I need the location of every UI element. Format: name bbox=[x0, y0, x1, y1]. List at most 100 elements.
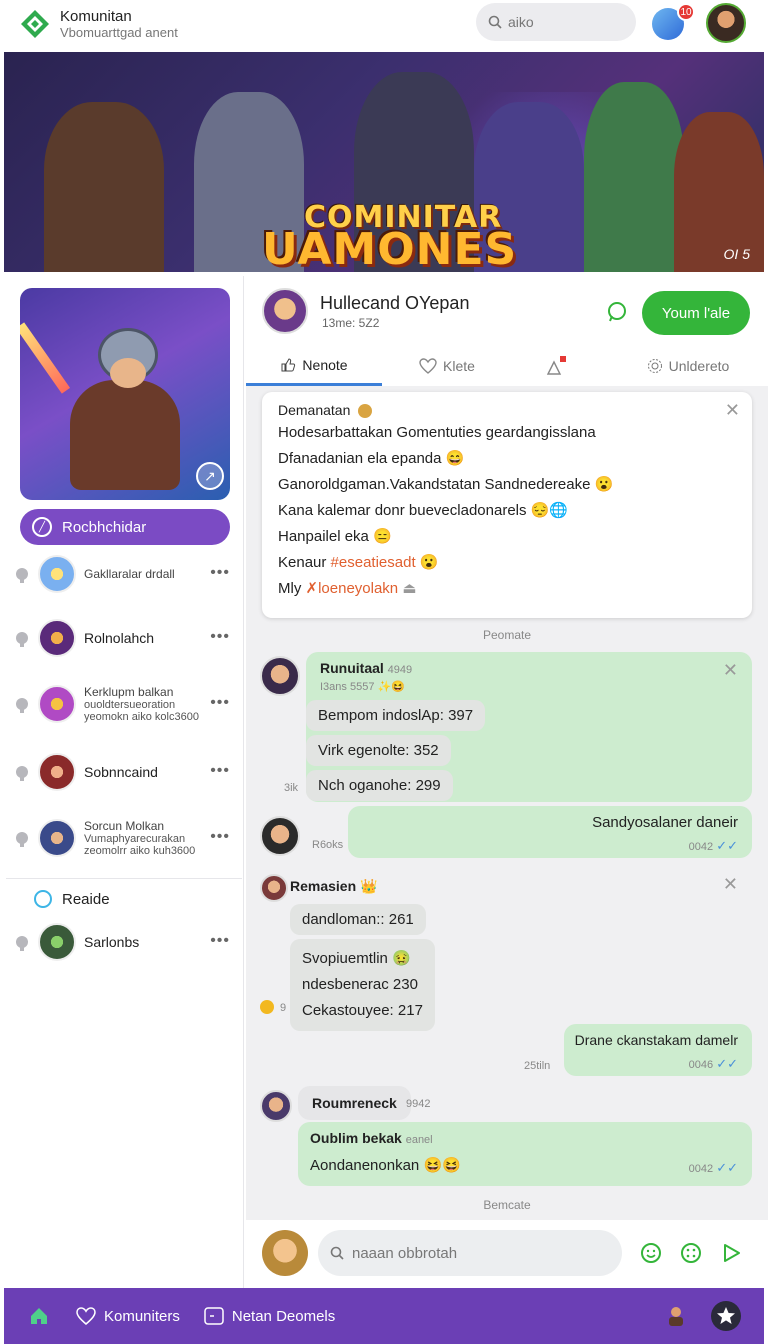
shield-emoji-icon bbox=[358, 404, 373, 419]
tab-alerts[interactable] bbox=[512, 346, 608, 386]
message-time: 0042 ✓✓ bbox=[689, 838, 738, 854]
message-author-name: Roumreneck bbox=[312, 1095, 397, 1111]
message-author-name: Runuitaal bbox=[320, 660, 384, 676]
emoji-icon: 😮 bbox=[594, 476, 614, 493]
friend-item[interactable]: Sorcun Molkan Vumaphyarecurakan zeomolrr… bbox=[16, 816, 236, 860]
message-bubble[interactable]: Oublim bekak eanel Aondanenonkan 😆😆 0042… bbox=[298, 1122, 752, 1186]
message-side-label: 25tiln bbox=[524, 1060, 551, 1072]
chat-bubble-icon[interactable] bbox=[604, 300, 628, 324]
composer-avatar[interactable] bbox=[262, 1230, 308, 1276]
featured-character-card[interactable]: ↗ bbox=[20, 288, 230, 500]
message-time: 9942 bbox=[406, 1098, 431, 1110]
message-avatar[interactable] bbox=[260, 1090, 292, 1122]
message-text: Drane ckanstakam damelr bbox=[574, 1032, 738, 1048]
emoji-icon: 😑 bbox=[373, 528, 392, 545]
community-logo-icon[interactable] bbox=[18, 7, 52, 41]
message-avatar[interactable] bbox=[260, 874, 288, 902]
sword-icon bbox=[20, 322, 71, 394]
banner-hero-1 bbox=[44, 102, 164, 272]
pin-icon bbox=[16, 832, 28, 847]
stat-chip: dandloman:: 261 bbox=[290, 904, 426, 935]
app-root: Komunitan Vbomuarttgad anent aiko 10 COM… bbox=[0, 0, 768, 1344]
close-icon[interactable]: ✕ bbox=[723, 874, 738, 895]
more-options-icon[interactable]: ••• bbox=[210, 828, 230, 846]
brand-subtitle: Vbomuarttgad anent bbox=[60, 24, 178, 40]
search-icon bbox=[488, 15, 502, 29]
thumbs-up-icon bbox=[281, 357, 296, 371]
stat-chip: Bempom indoslAp: 397 bbox=[306, 700, 486, 731]
close-icon[interactable]: ✕ bbox=[725, 400, 740, 421]
join-button[interactable]: ╱ Rocbhchidar bbox=[20, 509, 230, 545]
post-line: Hanpailel eka 😑 bbox=[278, 524, 613, 550]
gear-icon bbox=[647, 359, 662, 373]
pinned-post[interactable]: Demanatan ✕ Hodesarbattakan Gomentuties … bbox=[262, 392, 752, 618]
message-avatar[interactable] bbox=[260, 816, 300, 856]
brand-title: Komunitan bbox=[60, 7, 132, 25]
friend-name: Rolnolahch bbox=[84, 630, 155, 646]
chat-avatar[interactable] bbox=[262, 288, 308, 334]
heart-icon bbox=[419, 358, 437, 374]
hashtag-link[interactable]: #eseatiesadt bbox=[331, 554, 416, 571]
home-icon[interactable] bbox=[28, 1305, 50, 1327]
post-line-text: Kenaur bbox=[278, 554, 327, 571]
friend-item[interactable]: Rolnolahch ••• bbox=[16, 616, 236, 660]
message-bubble[interactable]: Runuitaal 4949 I3ans 5557 ✨😆 ✕ Bempom in… bbox=[306, 652, 752, 802]
tab-notes[interactable]: Nenote bbox=[246, 346, 382, 386]
bottom-navigation: Komuniters Netan Deomels bbox=[4, 1288, 764, 1344]
read-check-icon: ✓✓ bbox=[716, 1160, 738, 1175]
send-icon[interactable] bbox=[720, 1242, 742, 1264]
more-options-icon[interactable]: ••• bbox=[210, 762, 230, 780]
emoji-icon: 🤢 bbox=[392, 950, 411, 967]
message-time-text: 0046 bbox=[688, 1059, 714, 1071]
emoji-icon: 😔🌐 bbox=[530, 502, 569, 519]
post-line: Kenaur #eseatiesadt 😮 bbox=[278, 550, 613, 576]
message-bubble[interactable]: Sandyosalaner daneir 0042 ✓✓ bbox=[348, 806, 752, 858]
close-icon[interactable]: ✕ bbox=[723, 660, 738, 681]
stat-line: Cekastouyee: 217 bbox=[302, 1002, 423, 1019]
message-time-text: 0042 bbox=[688, 841, 714, 853]
tab-label: Klete bbox=[443, 358, 475, 374]
nav-label: Komuniters bbox=[104, 1307, 180, 1325]
emoji-icon: 😆😆 bbox=[423, 1157, 461, 1174]
friend-item[interactable]: Gakllaralar drdall ••• bbox=[16, 552, 236, 596]
nav-communities[interactable]: Komuniters bbox=[76, 1307, 180, 1325]
message-author: Runuitaal 4949 bbox=[320, 660, 412, 676]
section-header[interactable]: Reaide bbox=[34, 890, 110, 908]
post-line-text: Dfanadanian ela epanda bbox=[278, 450, 442, 467]
chat-subtitle: 13me: 5Z2 bbox=[322, 316, 380, 330]
mention-link[interactable]: loeneyolakn bbox=[318, 580, 398, 597]
message-input[interactable]: naaan obbrotah bbox=[318, 1230, 622, 1276]
message-text: Aondanenonkan 😆😆 bbox=[310, 1156, 461, 1174]
message-meta-text: I3ans 5557 bbox=[320, 681, 375, 693]
tab-settings[interactable]: Unldereto bbox=[608, 346, 768, 386]
emoji-icon[interactable] bbox=[640, 1242, 662, 1264]
friend-item[interactable]: Kerklupm balkan ouoldtersueoration yeomo… bbox=[16, 682, 236, 726]
share-icon[interactable]: ↗ bbox=[196, 462, 224, 490]
character-face bbox=[110, 358, 146, 388]
message-author-chip: Roumreneck bbox=[298, 1086, 411, 1120]
more-options-icon[interactable]: ••• bbox=[210, 932, 230, 950]
more-options-icon[interactable]: ••• bbox=[210, 694, 230, 712]
sticker-icon[interactable] bbox=[680, 1242, 702, 1264]
cta-button[interactable]: Youm l'ale bbox=[642, 291, 750, 335]
character-icon[interactable] bbox=[664, 1304, 688, 1328]
message-composer: naaan obbrotah bbox=[246, 1220, 768, 1288]
friend-item[interactable]: Sobnncaind ••• bbox=[16, 750, 236, 794]
message-avatar[interactable] bbox=[260, 656, 300, 696]
search-input[interactable]: aiko bbox=[476, 3, 636, 41]
stat-line: Svopiuemtlin bbox=[302, 950, 388, 967]
tab-likes[interactable]: Klete bbox=[382, 346, 512, 386]
more-options-icon[interactable]: ••• bbox=[210, 564, 230, 582]
sidebar-divider bbox=[6, 878, 242, 879]
stat-chip: Nch oganohe: 299 bbox=[306, 770, 453, 801]
friend-item[interactable]: Sarlonbs ••• bbox=[16, 920, 236, 964]
nav-messages[interactable]: Netan Deomels bbox=[204, 1307, 335, 1325]
more-options-icon[interactable]: ••• bbox=[210, 628, 230, 646]
message-bubble[interactable]: Drane ckanstakam damelr 0046 ✓✓ bbox=[564, 1024, 752, 1076]
pin-icon bbox=[16, 568, 28, 583]
friend-avatar bbox=[38, 923, 76, 961]
star-icon[interactable] bbox=[710, 1300, 742, 1332]
user-avatar[interactable] bbox=[706, 3, 746, 43]
character-body bbox=[70, 380, 180, 490]
message-meta: I3ans 5557 ✨😆 bbox=[320, 680, 405, 693]
